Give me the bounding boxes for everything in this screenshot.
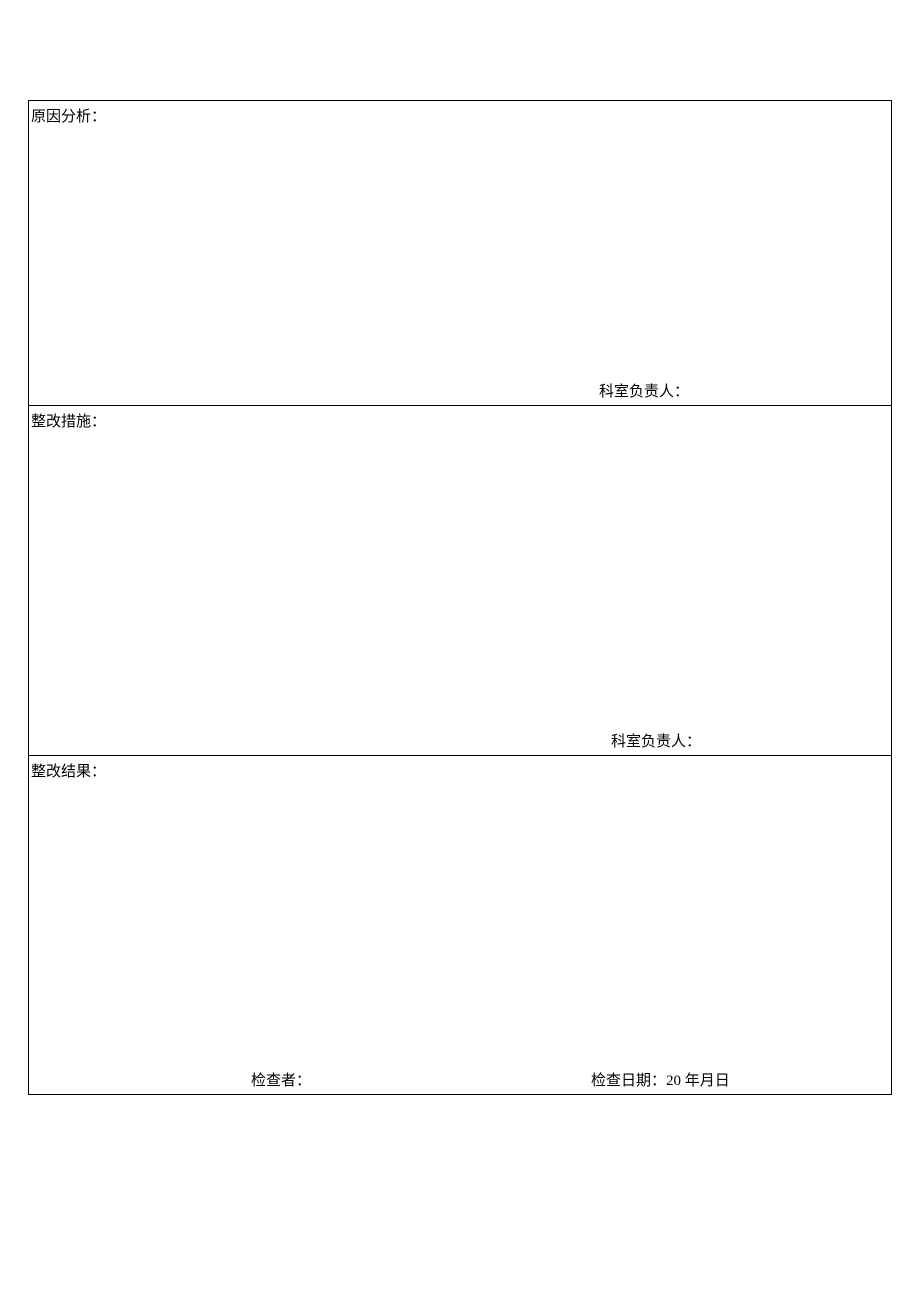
label-cause-analysis: 原因分析： xyxy=(31,105,106,126)
section-cause-analysis: 原因分析： 科室负责人： xyxy=(29,101,891,406)
section-corrective-result: 整改结果： 检查者： 检查日期：20 年月日 xyxy=(29,756,891,1094)
label-corrective-result: 整改结果： xyxy=(31,760,106,781)
label-inspector: 检查者： xyxy=(251,1069,311,1090)
signer-department-head-1: 科室负责人： xyxy=(599,380,689,401)
form-container: 原因分析： 科室负责人： 整改措施： 科室负责人： 整改结果： 检查者： 检查日… xyxy=(28,100,892,1095)
section-corrective-measures: 整改措施： 科室负责人： xyxy=(29,406,891,756)
label-inspection-date: 检查日期：20 年月日 xyxy=(591,1069,730,1090)
label-corrective-measures: 整改措施： xyxy=(31,410,106,431)
signer-department-head-2: 科室负责人： xyxy=(611,730,701,751)
